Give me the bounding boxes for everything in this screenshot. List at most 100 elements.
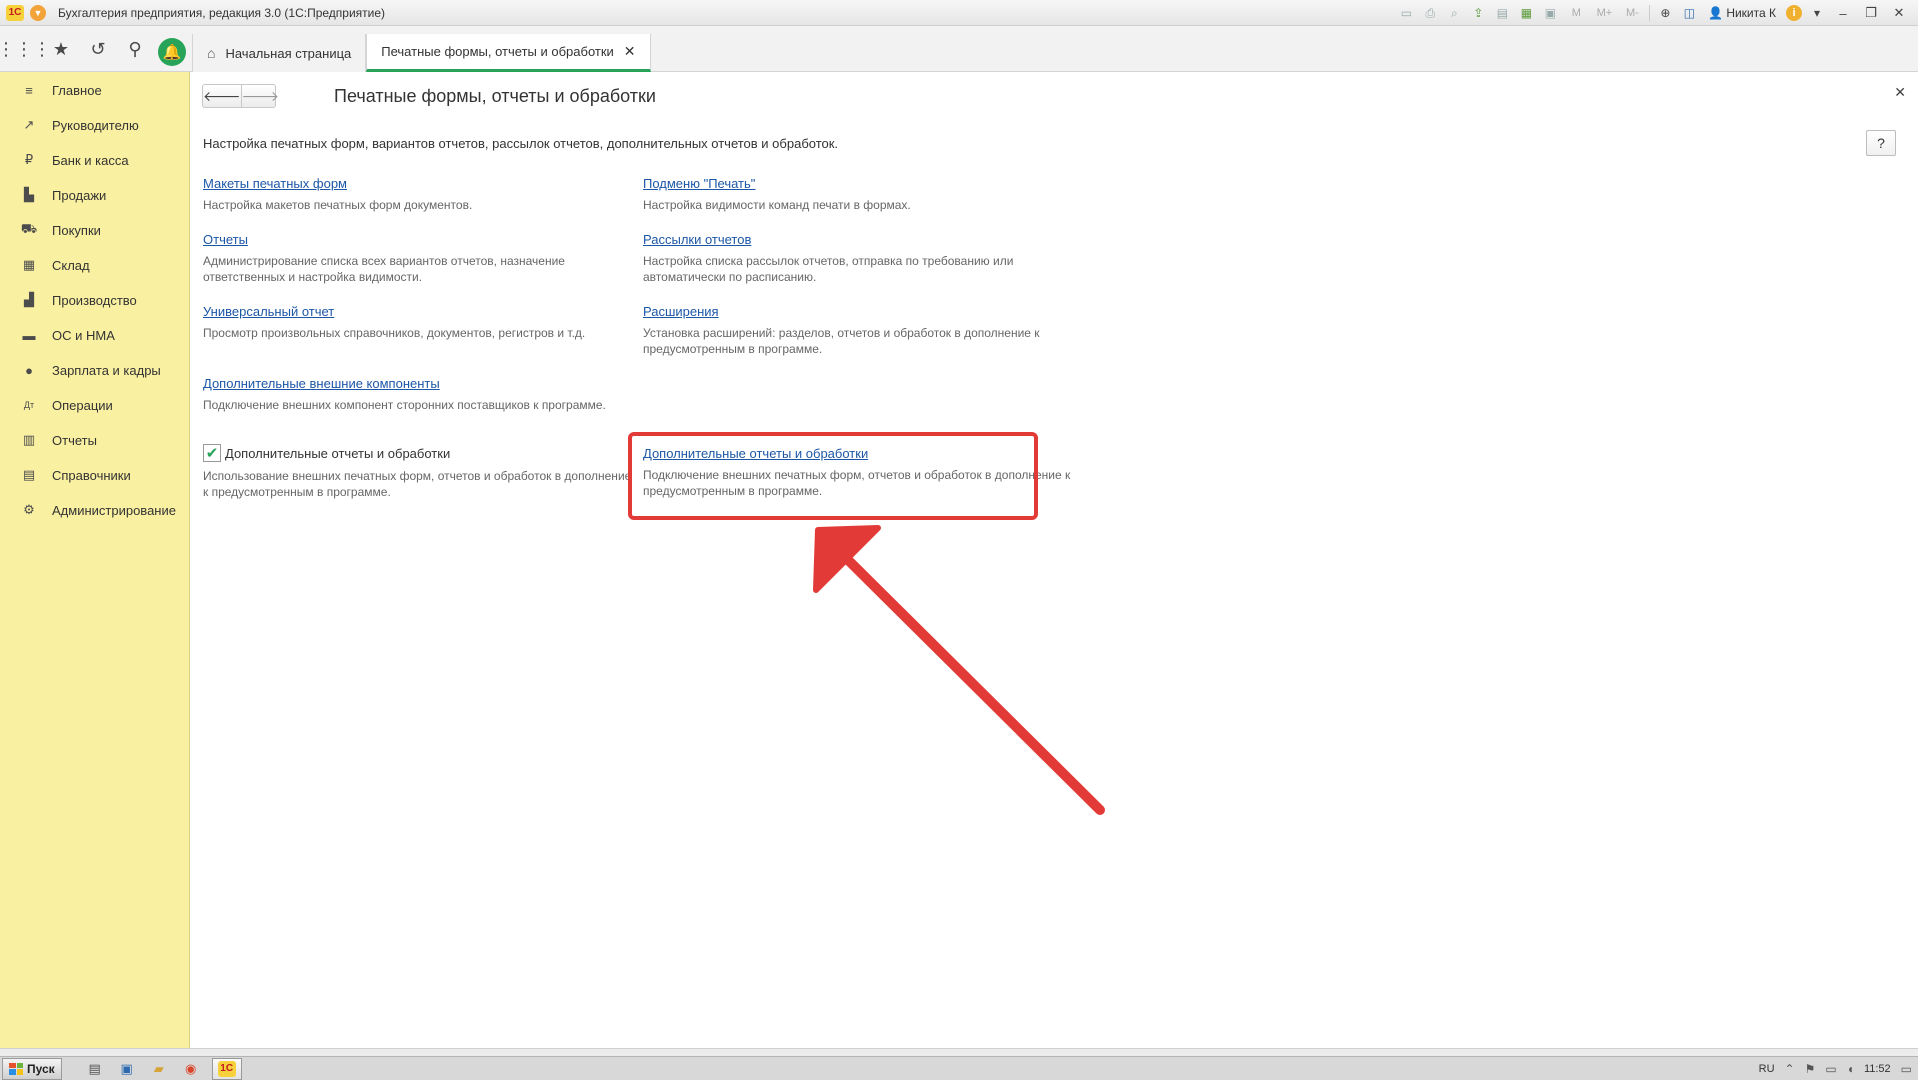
network-icon[interactable]: ▭ — [1825, 1062, 1836, 1076]
zoom-icon[interactable]: ⊕ — [1656, 4, 1674, 22]
help-button[interactable]: ? — [1866, 130, 1896, 156]
app-logo-icon[interactable]: 1С — [6, 4, 24, 21]
history-icon[interactable]: ↺ — [85, 36, 111, 62]
sidebar-item-catalogs[interactable]: ▤ Справочники — [20, 463, 131, 487]
memory-m-button[interactable]: M — [1565, 4, 1587, 22]
ruble-icon: ₽ — [24, 152, 34, 167]
save-icon[interactable]: ▭ — [1397, 4, 1415, 22]
print-icon[interactable]: ⎙ — [1421, 4, 1439, 22]
folder-icon[interactable]: ▰ — [146, 1058, 172, 1080]
close-window-button[interactable]: ✕ — [1888, 4, 1910, 22]
chrome-icon[interactable]: ◉ — [178, 1058, 204, 1080]
chevron-down-icon[interactable]: ▾ — [1808, 4, 1826, 22]
universal-report-link[interactable]: Универсальный отчет — [203, 304, 334, 319]
sidebar-item-payroll[interactable]: ● Зарплата и кадры — [20, 358, 161, 382]
list-item: Подменю "Печать" Настройка видимости ком… — [643, 176, 1073, 213]
sidebar-item-fixed-assets[interactable]: ▬ ОС и НМА — [20, 323, 115, 347]
back-arrow-icon[interactable]: 🡐 — [203, 85, 241, 107]
page-title: Печатные формы, отчеты и обработки — [334, 86, 656, 106]
search-icon[interactable]: ⚲ — [122, 36, 148, 62]
external-components-link[interactable]: Дополнительные внешние компоненты — [203, 376, 440, 391]
home-icon: ⌂ — [207, 45, 216, 61]
sidebar-item-purchases[interactable]: ⛟ Покупки — [20, 218, 101, 242]
list-item: Макеты печатных форм Настройка макетов п… — [203, 176, 633, 213]
sidebar-item-label: Производство — [52, 292, 137, 308]
additional-reports-checkbox[interactable]: ✔ — [203, 444, 221, 462]
show-desktop-icon[interactable]: ▭ — [1901, 1062, 1912, 1076]
favorites-star-icon[interactable]: ★ — [48, 36, 74, 62]
memory-plus-button[interactable]: M+ — [1593, 4, 1615, 22]
upload-icon[interactable]: ⇪ — [1469, 4, 1487, 22]
item-description: Подключение внешних компонент сторонних … — [203, 398, 606, 412]
show-hidden-icons-icon[interactable]: ⌃ — [1785, 1062, 1795, 1076]
sidebar-item-label: Руководителю — [52, 117, 139, 133]
highlight-frame — [628, 432, 1038, 520]
sidebar-item-reports[interactable]: ▥ Отчеты — [20, 428, 97, 452]
additional-reports-checkbox-row: ✔ Дополнительные отчеты и обработки — [203, 444, 633, 462]
minimize-button[interactable]: – — [1832, 4, 1854, 22]
server-icon[interactable]: ▤ — [82, 1058, 108, 1080]
main-menu-icon[interactable]: ▼ — [30, 4, 46, 21]
language-indicator[interactable]: RU — [1759, 1063, 1775, 1075]
sidebar-item-warehouse[interactable]: ▦ Склад — [20, 253, 90, 277]
close-form-icon[interactable]: ✕ — [1894, 84, 1906, 101]
powershell-icon[interactable]: ▣ — [114, 1058, 140, 1080]
bag-icon: ▙ — [24, 187, 34, 202]
reports-link[interactable]: Отчеты — [203, 232, 248, 247]
list-item: ✔ Дополнительные отчеты и обработки Испо… — [203, 444, 633, 500]
item-description: Администрирование списка всех вариантов … — [203, 254, 565, 284]
list-item: Универсальный отчет Просмотр произвольны… — [203, 304, 633, 341]
tab-home-label: Начальная страница — [225, 45, 352, 61]
menu-icon: ≡ — [25, 82, 33, 98]
start-button[interactable]: Пуск — [2, 1057, 62, 1080]
close-tab-icon[interactable]: ✕ — [624, 43, 636, 60]
item-description: Использование внешних печатных форм, отч… — [203, 469, 632, 499]
item-description: Настройка видимости команд печати в форм… — [643, 198, 911, 212]
forward-arrow-icon[interactable]: 🡒 — [240, 85, 279, 107]
extensions-link[interactable]: Расширения — [643, 304, 719, 319]
sidebar-item-label: ОС и НМА — [52, 327, 115, 343]
sidebar-item-sales[interactable]: ▙ Продажи — [20, 183, 106, 207]
document-icon[interactable]: ▤ — [1493, 4, 1511, 22]
sidebar-item-main[interactable]: ≡ Главное — [20, 78, 101, 102]
sidebar-item-production[interactable]: ▟ Производство — [20, 288, 137, 312]
panels-icon[interactable]: ◫ — [1680, 4, 1698, 22]
sidebar-item-administration[interactable]: ⚙ Администрирование — [20, 498, 176, 522]
info-icon[interactable]: i — [1786, 5, 1802, 21]
print-templates-link[interactable]: Макеты печатных форм — [203, 176, 347, 191]
truck-icon: ▬ — [22, 327, 36, 343]
notifications-bell-icon[interactable]: 🔔 — [158, 38, 186, 66]
item-description: Настройка списка рассылок отчетов, отпра… — [643, 254, 1014, 284]
user-menu[interactable]: 👤 Никита К — [1704, 6, 1780, 20]
bar-chart-icon: ▥ — [22, 432, 36, 447]
volume-icon[interactable]: ◖ — [1847, 1062, 1854, 1076]
print-submenu-link[interactable]: Подменю "Печать" — [643, 176, 755, 191]
preview-icon[interactable]: ⌕ — [1445, 4, 1463, 22]
start-label: Пуск — [27, 1061, 55, 1076]
sidebar-item-operations[interactable]: Дт Операции — [20, 393, 113, 417]
list-item: Расширения Установка расширений: раздело… — [643, 304, 1073, 357]
sidebar-item-label: Справочники — [52, 467, 131, 483]
window-title: Бухгалтерия предприятия, редакция 3.0 (1… — [58, 5, 386, 20]
restore-button[interactable]: ❐ — [1860, 4, 1882, 22]
flag-icon[interactable]: ⚑ — [1805, 1062, 1816, 1076]
list-item: Дополнительные внешние компоненты Подклю… — [203, 376, 633, 413]
sidebar-item-manager[interactable]: ↗ Руководителю — [20, 113, 139, 137]
item-description: Просмотр произвольных справочников, доку… — [203, 326, 586, 340]
memory-minus-button[interactable]: M- — [1621, 4, 1643, 22]
calendar-icon[interactable]: ▣ — [1541, 4, 1559, 22]
tab-home[interactable]: ⌂ Начальная страница — [192, 34, 367, 72]
user-name: Никита К — [1726, 6, 1776, 20]
item-description: Настройка макетов печатных форм документ… — [203, 198, 473, 212]
all-functions-grid-icon[interactable]: ⋮⋮⋮ — [0, 36, 51, 62]
trend-icon: ↗ — [23, 117, 35, 132]
taskbar-1c-app[interactable]: 1С — [211, 1057, 242, 1080]
calculator-icon[interactable]: ▦ — [1517, 4, 1535, 22]
tab-print-forms[interactable]: Печатные формы, отчеты и обработки ✕ — [366, 34, 651, 72]
sidebar-item-label: Зарплата и кадры — [52, 362, 161, 378]
report-mailings-link[interactable]: Рассылки отчетов — [643, 232, 751, 247]
sidebar-item-bank[interactable]: ₽ Банк и касса — [20, 148, 129, 172]
person-icon: ● — [25, 362, 33, 378]
clock[interactable]: 11:52 — [1864, 1063, 1891, 1075]
user-icon: 👤 — [1708, 6, 1724, 20]
